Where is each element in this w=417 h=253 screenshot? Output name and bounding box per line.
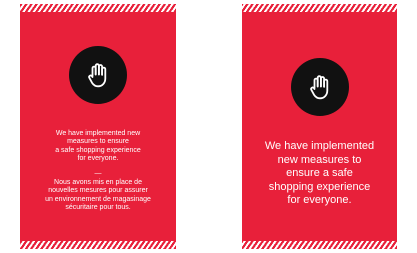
raised-hand-icon xyxy=(291,58,349,116)
raised-hand-icon xyxy=(69,46,127,104)
hazard-stripe-top xyxy=(20,4,176,12)
english-sign-card: We have implemented new measures to ensu… xyxy=(242,4,397,249)
hazard-stripe-bottom xyxy=(242,241,397,249)
hazard-stripe-top xyxy=(242,4,397,12)
bilingual-sign-card: We have implemented new measures to ensu… xyxy=(20,4,176,249)
french-message: Nous avons mis en place de nouvelles mes… xyxy=(45,179,151,211)
raised-hand-glyph xyxy=(310,75,329,100)
sign-panel: We have implemented new measures to ensu… xyxy=(242,12,397,241)
sign-panel: We have implemented new measures to ensu… xyxy=(20,12,176,241)
raised-hand-glyph xyxy=(88,63,107,88)
hazard-stripe-bottom xyxy=(20,241,176,249)
language-divider: — xyxy=(94,170,102,177)
english-message: We have implemented new measures to ensu… xyxy=(55,130,141,162)
english-message-large: We have implemented new measures to ensu… xyxy=(264,140,375,207)
